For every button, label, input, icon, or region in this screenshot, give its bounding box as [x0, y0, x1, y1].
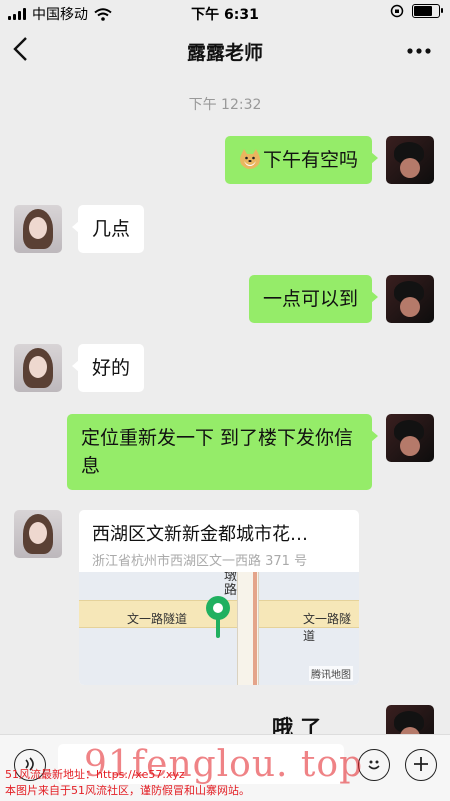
chat-title: 露露老师	[186, 42, 263, 64]
input-bar	[0, 734, 450, 801]
location-map[interactable]: 文一路隧道 文一路隧道 墩路 腾讯地图	[79, 572, 359, 685]
message-text: 几点	[92, 218, 131, 240]
nav-bar: 露露老师	[0, 26, 450, 74]
emoji-icon[interactable]	[358, 749, 390, 781]
map-road-line	[253, 572, 257, 685]
map-pin-icon	[206, 596, 230, 620]
my-avatar[interactable]	[386, 414, 434, 462]
my-avatar[interactable]	[386, 136, 434, 184]
status-time: 下午 6:31	[191, 7, 259, 23]
battery-icon	[412, 4, 443, 18]
location-title: 西湖区文新新金都城市花…	[92, 524, 308, 545]
doge-emoji-icon	[239, 149, 261, 169]
contact-avatar[interactable]	[14, 344, 62, 392]
orientation-lock-icon	[390, 4, 404, 18]
message-text: 定位重新发一下 到了楼下发你信息	[81, 427, 354, 477]
message-bubble[interactable]: 好的	[71, 344, 145, 392]
chat-area[interactable]: 下午 12:32 下午有空吗 几点 一点可以到 好的 定位重新发一下 到了楼下发…	[0, 74, 450, 734]
message-text: 好的	[92, 357, 131, 379]
chat-timestamp: 下午 12:32	[188, 97, 262, 113]
location-address: 浙江省杭州市西湖区文一西路 371 号	[92, 554, 308, 569]
contact-avatar[interactable]	[14, 205, 62, 253]
map-pin-stem	[216, 618, 220, 638]
contact-avatar[interactable]	[14, 510, 62, 558]
message-bubble[interactable]: 定位重新发一下 到了楼下发你信息	[67, 414, 378, 490]
location-card[interactable]: 西湖区文新新金都城市花… 浙江省杭州市西湖区文一西路 371 号 文一路隧道 文…	[79, 510, 359, 685]
map-road-label: 文一路隧道	[127, 612, 188, 626]
my-avatar[interactable]	[386, 275, 434, 323]
message-bubble[interactable]: 几点	[71, 205, 145, 253]
message-bubble[interactable]: 下午有空吗	[224, 136, 379, 184]
map-road-label: 墩路	[224, 572, 238, 598]
map-brand-label: 腾讯地图	[309, 666, 353, 681]
message-input[interactable]	[58, 744, 344, 784]
my-avatar[interactable]	[386, 705, 434, 734]
plus-icon[interactable]	[405, 749, 437, 781]
voice-icon[interactable]	[14, 749, 46, 781]
more-dots-icon[interactable]	[406, 36, 432, 61]
status-bar: 中国移动 下午 6:31	[0, 0, 450, 26]
partial-message-text: 哦 了	[272, 716, 322, 734]
status-right	[390, 4, 443, 18]
message-bubble[interactable]: 一点可以到	[248, 275, 379, 323]
message-text: 一点可以到	[262, 288, 358, 310]
map-road-label: 文一路隧道	[303, 612, 352, 643]
message-text: 下午有空吗	[262, 149, 358, 171]
battery-fill	[414, 6, 432, 16]
